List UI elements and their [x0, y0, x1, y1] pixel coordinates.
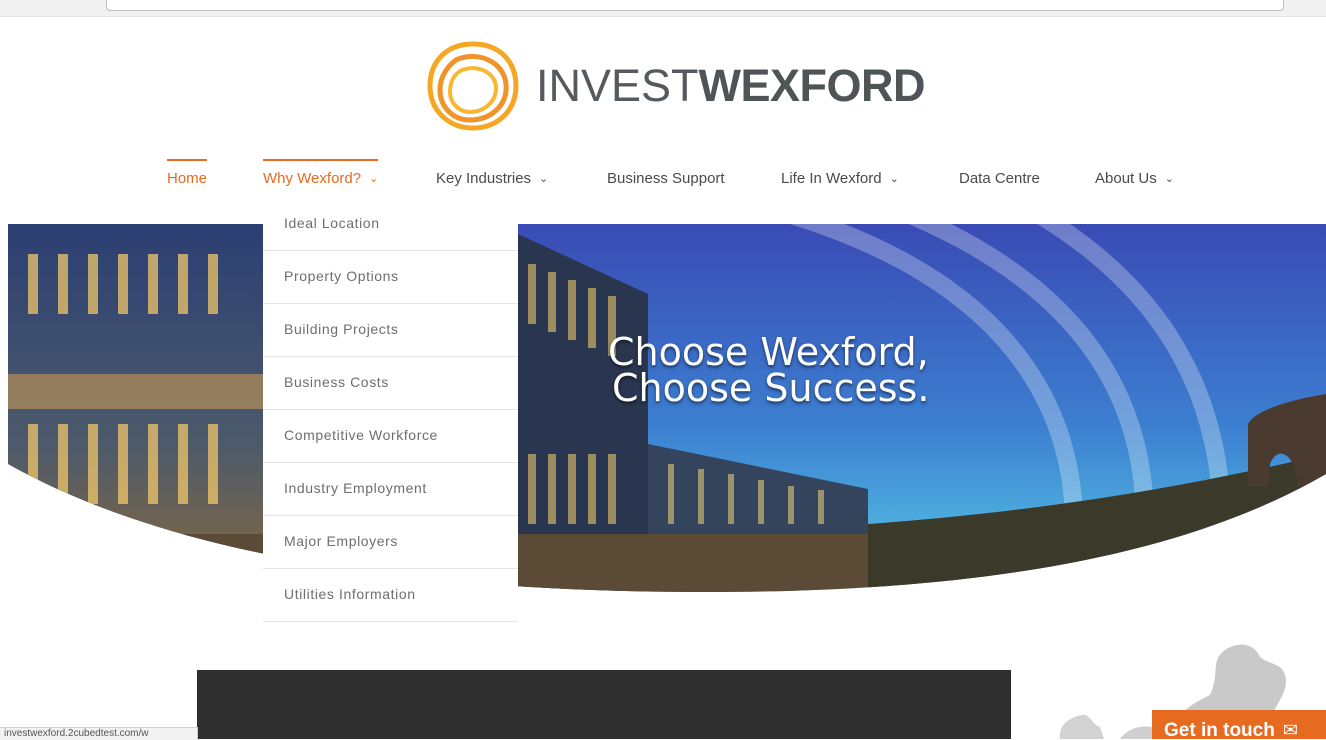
chevron-down-icon: ⌄ [539, 173, 549, 185]
nav-item-why-wexford[interactable]: Why Wexford? ⌄ [263, 159, 379, 198]
hero-headline-line-2: Choose Success. [612, 366, 930, 410]
logo-text-wexford: WEXFORD [698, 60, 926, 111]
nav-item-key-industries[interactable]: Key Industries ⌄ [436, 160, 548, 198]
nav-item-label: Home [167, 170, 208, 187]
hero-headline-line-1: Choose Wexford, [608, 330, 929, 374]
hero-banner: Choose Wexford, Choose Success. [8, 224, 1326, 592]
site-logo[interactable]: INVEST WEXFORD [426, 40, 926, 132]
logo-text-invest: INVEST [536, 60, 699, 111]
dropdown-item-property-options[interactable]: Property Options [263, 251, 518, 304]
nav-item-label: Business Support [607, 170, 725, 187]
why-wexford-dropdown: Ideal Location Property Options Building… [263, 198, 518, 622]
get-in-touch-label: Get in touch [1164, 720, 1275, 739]
nav-item-label: Key Industries [436, 170, 532, 187]
dropdown-item-building-projects[interactable]: Building Projects [263, 304, 518, 357]
get-in-touch-button[interactable]: Get in touch ✉ [1152, 710, 1326, 739]
nav-item-label: Life In Wexford [781, 170, 882, 187]
dropdown-item-major-employers[interactable]: Major Employers [263, 516, 518, 569]
nav-item-label: Data Centre [959, 170, 1040, 187]
nav-item-label: Why Wexford? [263, 170, 362, 187]
nav-item-home[interactable]: Home [167, 159, 208, 198]
address-bar[interactable] [106, 0, 1284, 11]
browser-toolbar [0, 0, 1326, 17]
chevron-down-icon: ⌄ [369, 173, 379, 185]
nav-item-life-in-wexford[interactable]: Life In Wexford ⌄ [781, 160, 899, 198]
swirl-logo-icon [427, 41, 519, 131]
dropdown-item-competitive-workforce[interactable]: Competitive Workforce [263, 410, 518, 463]
envelope-icon: ✉ [1282, 720, 1298, 739]
dark-content-panel [197, 670, 1011, 739]
nav-item-data-centre[interactable]: Data Centre [959, 160, 1040, 198]
logo-wordmark: INVEST WEXFORD [536, 60, 926, 112]
dropdown-item-utilities-information[interactable]: Utilities Information [263, 569, 518, 622]
dropdown-item-business-costs[interactable]: Business Costs [263, 357, 518, 410]
browser-status-url: investwexford.2cubedtest.com/w [0, 727, 198, 740]
nav-item-label: About Us [1095, 170, 1157, 187]
nav-item-about-us[interactable]: About Us ⌄ [1095, 160, 1174, 198]
dropdown-item-ideal-location[interactable]: Ideal Location [263, 198, 518, 251]
chevron-down-icon: ⌄ [889, 173, 899, 185]
chevron-down-icon: ⌄ [1164, 173, 1174, 185]
nav-why-top-indicator [263, 159, 379, 161]
nav-item-business-support[interactable]: Business Support [607, 160, 725, 198]
main-nav: Home Why Wexford? ⌄ Key Industries ⌄ Busin… [0, 150, 1326, 200]
dropdown-item-industry-employment[interactable]: Industry Employment [263, 463, 518, 516]
hero-headline: Choose Wexford, Choose Success. [608, 330, 1028, 410]
nav-home-indicator [167, 159, 208, 161]
